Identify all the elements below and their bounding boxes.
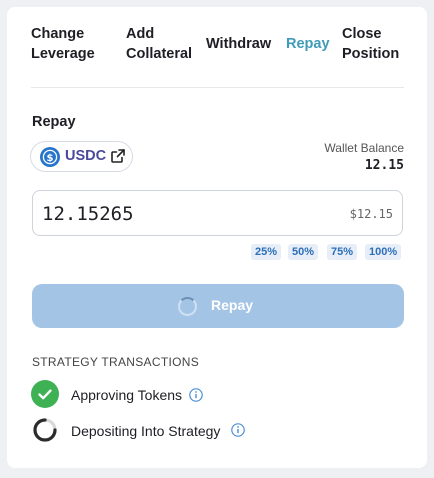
external-link-icon[interactable] xyxy=(110,148,126,164)
tab-add-collateral[interactable]: Add Collateral xyxy=(126,24,192,64)
tab-change-leverage[interactable]: Change Leverage xyxy=(31,24,95,64)
amount-input[interactable]: 12.15265 $12.15 xyxy=(32,190,403,236)
loading-spinner-icon xyxy=(178,297,197,316)
percent-100-button[interactable]: 100% xyxy=(365,244,402,260)
percent-75-button[interactable]: 75% xyxy=(327,244,358,260)
strategy-transactions-heading: STRATEGY TRANSACTIONS xyxy=(32,355,199,369)
wallet-balance-label: Wallet Balance xyxy=(324,141,404,155)
tabs-divider xyxy=(31,87,404,88)
step-depositing-label: Depositing Into Strategy xyxy=(71,423,221,439)
tab-close-position[interactable]: Close Position xyxy=(342,24,399,64)
wallet-balance-value: 12.15 xyxy=(364,158,404,173)
info-icon[interactable] xyxy=(231,423,245,437)
tab-withdraw[interactable]: Withdraw xyxy=(206,34,271,54)
tab-repay[interactable]: Repay xyxy=(286,34,330,54)
repay-section-label: Repay xyxy=(32,114,76,130)
repay-button-label: Repay xyxy=(211,297,254,313)
amount-usd-value: $12.15 xyxy=(349,207,393,221)
step-approving-tokens-label: Approving Tokens xyxy=(71,387,183,403)
amount-value: 12.15265 xyxy=(42,203,134,225)
percent-25-button[interactable]: 25% xyxy=(251,244,282,260)
spinner-icon xyxy=(33,418,57,442)
repay-panel: Change Leverage Add Collateral Withdraw … xyxy=(7,7,427,468)
token-symbol: USDC xyxy=(65,148,107,164)
repay-button[interactable]: Repay xyxy=(32,284,404,328)
svg-text:$: $ xyxy=(47,153,54,164)
percent-50-button[interactable]: 50% xyxy=(288,244,319,260)
info-icon[interactable] xyxy=(189,388,203,402)
usdc-coin-icon: $ xyxy=(40,147,60,167)
check-icon xyxy=(31,380,59,408)
token-selector[interactable]: $ USDC xyxy=(30,141,133,172)
action-tabs: Change Leverage Add Collateral Withdraw … xyxy=(7,7,427,87)
